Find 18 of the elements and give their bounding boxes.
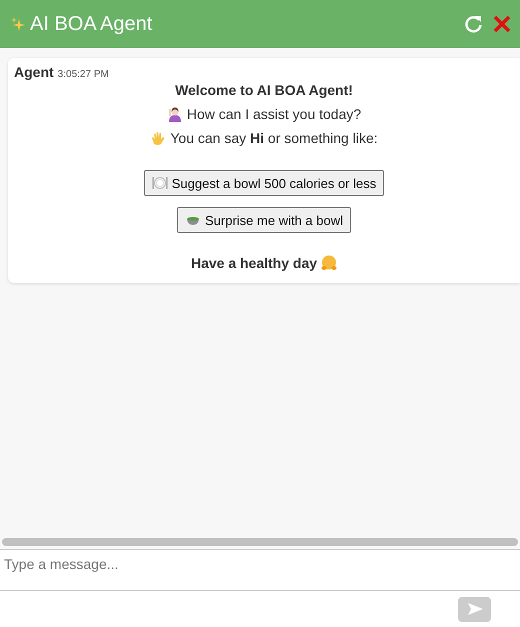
suggestion-button[interactable]: Surprise me with a bowl	[177, 207, 351, 233]
refresh-button[interactable]	[464, 14, 484, 34]
window-title: AI BOA Agent	[30, 12, 154, 36]
plate-icon	[152, 175, 168, 191]
sparkles-icon	[10, 16, 26, 32]
close-button[interactable]	[492, 14, 512, 34]
message-time: 3:05:27 PM	[58, 69, 109, 80]
message-text: How can I assist you today?	[186, 106, 362, 122]
waving-hand-icon	[150, 130, 166, 146]
sender-name: Agent	[14, 64, 54, 80]
message-text: You can say Hi or something like:	[170, 130, 378, 146]
welcome-heading: Welcome to AI BOA Agent!	[175, 82, 353, 98]
send-icon	[466, 603, 482, 615]
hugging-smiley-icon	[321, 255, 338, 271]
scrollbar[interactable]	[0, 535, 520, 550]
closing-text: Have a healthy day	[190, 255, 318, 271]
suggestion-button[interactable]: Suggest a bowl 500 calories or less	[144, 170, 384, 196]
person-icon	[166, 106, 183, 122]
